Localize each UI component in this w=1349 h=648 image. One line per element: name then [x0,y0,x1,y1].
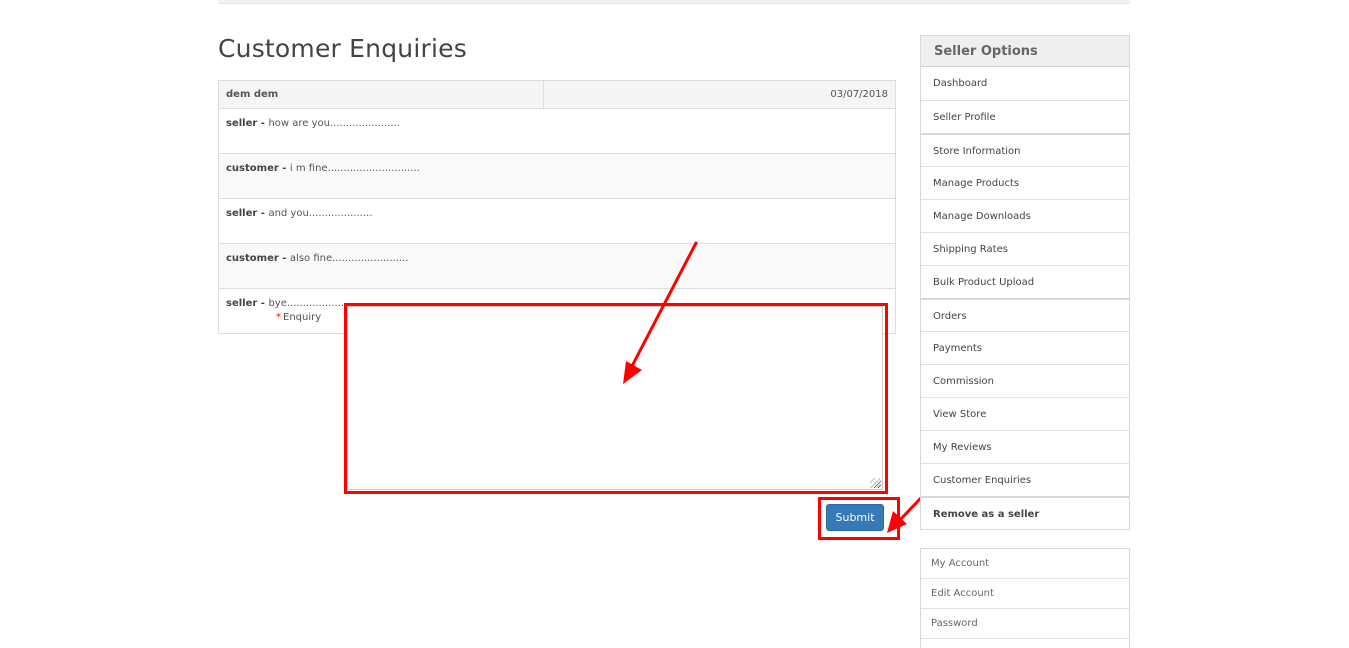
seller-options-panel: Seller Options Dashboard Seller Profile … [920,35,1130,530]
seller-menu-remove-as-seller[interactable]: Remove as a seller [921,496,1129,529]
account-menu-password[interactable]: Password [921,609,1129,639]
message-separator: - [257,118,269,129]
seller-menu-orders[interactable]: Orders [921,298,1129,331]
enquiry-label-text: Enquiry [283,312,322,323]
message-sender: customer [226,253,279,264]
account-menu-edit-account[interactable]: Edit Account [921,579,1129,609]
seller-menu-commission[interactable]: Commission [921,364,1129,397]
seller-menu-seller-profile[interactable]: Seller Profile [921,100,1129,133]
message-sender: seller [226,208,258,219]
breadcrumb-bar [218,0,1130,4]
message-text: how are you...................... [268,118,400,129]
message-separator: - [278,253,290,264]
message-sender: seller [226,118,258,129]
message-row: customer - also fine....................… [218,243,896,289]
message-cell: seller - and you.................... [218,198,896,244]
message-separator: - [257,298,269,309]
seller-options-title: Seller Options [921,36,1129,67]
enquiry-thread-table: dem dem 03/07/2018 seller - how are you.… [217,80,896,334]
seller-menu-shipping-rates[interactable]: Shipping Rates [921,232,1129,265]
seller-menu-manage-products[interactable]: Manage Products [921,166,1129,199]
account-menu-my-account[interactable]: My Account [921,549,1129,579]
seller-menu-customer-enquiries[interactable]: Customer Enquiries [921,463,1129,496]
customer-name: dem dem [217,80,545,109]
seller-menu-bulk-product-upload[interactable]: Bulk Product Upload [921,265,1129,298]
seller-menu-dashboard[interactable]: Dashboard [921,67,1129,100]
enquiry-label: * Enquiry [276,312,321,323]
seller-menu-manage-downloads[interactable]: Manage Downloads [921,199,1129,232]
message-separator: - [278,163,290,174]
account-panel: My Account Edit Account Password [920,548,1130,648]
enquiry-date: 03/07/2018 [543,80,896,109]
seller-menu-store-information[interactable]: Store Information [921,133,1129,166]
seller-menu-payments[interactable]: Payments [921,331,1129,364]
message-text: also fine........................ [289,253,409,264]
message-sender: seller [226,298,258,309]
seller-menu-view-store[interactable]: View Store [921,397,1129,430]
annotation-highlight-textarea [344,303,888,494]
message-row: seller - and you.................... [218,198,896,244]
annotation-highlight-submit [818,497,900,540]
message-separator: - [257,208,269,219]
message-row: customer - i m fine.....................… [218,153,896,199]
message-sender: customer [226,163,279,174]
seller-menu-my-reviews[interactable]: My Reviews [921,430,1129,463]
message-text: and you.................... [268,208,373,219]
message-text: i m fine............................. [289,163,420,174]
thread-header-row: dem dem 03/07/2018 [217,80,896,109]
message-row: seller - how are you....................… [218,108,896,154]
message-cell: customer - also fine....................… [218,243,896,289]
page-title: Customer Enquiries [218,34,467,63]
required-mark: * [276,312,281,323]
message-cell: seller - how are you....................… [218,108,896,154]
message-cell: customer - i m fine.....................… [218,153,896,199]
